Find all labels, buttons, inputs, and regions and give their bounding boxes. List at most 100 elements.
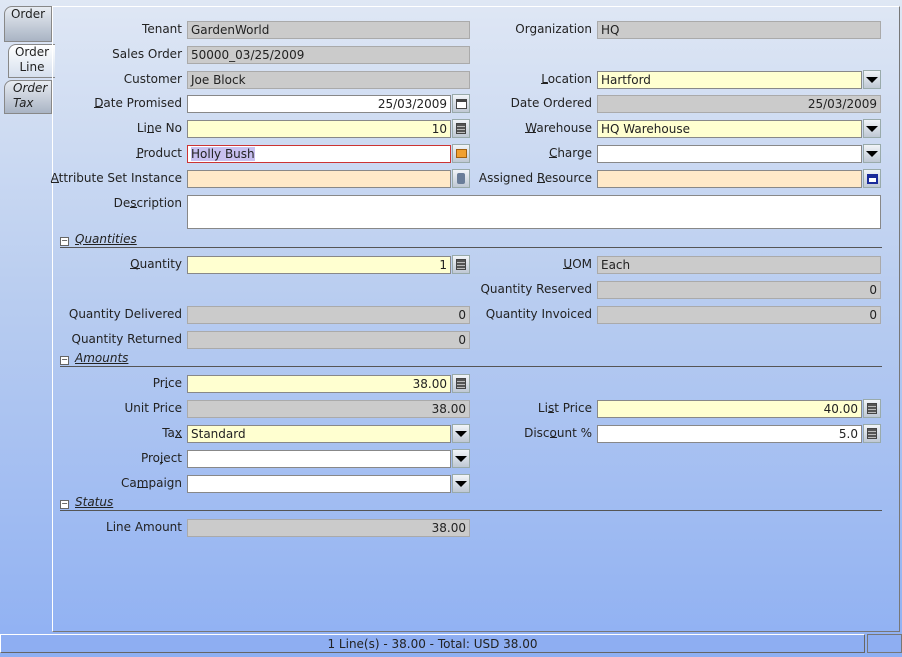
tab-label: Order bbox=[10, 7, 46, 21]
warehouse-label: Warehouse bbox=[525, 121, 592, 135]
sales-order-label: Sales Order bbox=[112, 47, 182, 61]
resource-icon bbox=[866, 173, 878, 184]
charge-combo-arrow-button[interactable] bbox=[863, 144, 881, 163]
mnemonic-underline bbox=[536, 182, 545, 183]
location-combo-arrow-button[interactable] bbox=[863, 70, 881, 89]
mnemonic-underline bbox=[130, 207, 137, 208]
attribute-set-instance-label: Attribute Set Instance bbox=[50, 171, 182, 185]
location-field[interactable]: Hartford bbox=[597, 71, 862, 89]
discount-calculator-button[interactable] bbox=[863, 424, 881, 443]
tax-label: Tax bbox=[162, 426, 182, 440]
combo-arrow-icon bbox=[866, 150, 878, 157]
combo-arrow-icon bbox=[866, 76, 878, 83]
mnemonic-underline bbox=[164, 387, 169, 388]
campaign-combo-arrow-button[interactable] bbox=[452, 474, 470, 493]
collapse-icon[interactable]: − bbox=[60, 500, 69, 509]
section-title: Amounts bbox=[75, 351, 129, 365]
assigned-resource-field[interactable] bbox=[597, 170, 862, 188]
uom-field: Each bbox=[597, 256, 881, 274]
mnemonic-underline bbox=[525, 132, 537, 133]
charge-field[interactable] bbox=[597, 145, 862, 163]
tenant-label: Tenant bbox=[142, 22, 182, 36]
section-status: − Status bbox=[60, 496, 882, 511]
tab-order-line[interactable]: Order Line bbox=[8, 44, 55, 78]
price-field[interactable]: 38.00 bbox=[187, 375, 451, 393]
mnemonic-underline bbox=[541, 83, 548, 84]
section-amounts: − Amounts bbox=[60, 352, 882, 367]
tab-label: Line bbox=[19, 60, 45, 74]
date-promised-field[interactable]: 25/03/2009 bbox=[187, 95, 451, 113]
quantity-invoiced-field: 0 bbox=[597, 306, 881, 324]
uom-label: UOM bbox=[563, 257, 592, 271]
mnemonic-underline bbox=[130, 268, 140, 269]
description-field[interactable] bbox=[187, 195, 881, 229]
description-label: Description bbox=[113, 196, 182, 210]
quantity-reserved-field: 0 bbox=[597, 281, 881, 299]
mnemonic-underline bbox=[548, 157, 558, 158]
warehouse-combo-arrow-button[interactable] bbox=[863, 119, 881, 138]
tab-order[interactable]: Order bbox=[4, 6, 52, 42]
campaign-field[interactable] bbox=[187, 475, 451, 493]
attribute-set-instance-field[interactable] bbox=[187, 170, 451, 188]
calendar-icon bbox=[455, 98, 467, 109]
quantity-invoiced-label: Quantity Invoiced bbox=[485, 307, 592, 321]
customer-field: Joe Block bbox=[187, 71, 470, 89]
calculator-icon bbox=[456, 123, 466, 134]
unit-price-field: 38.00 bbox=[187, 400, 470, 418]
list-price-field[interactable]: 40.00 bbox=[597, 400, 862, 418]
collapse-icon[interactable]: − bbox=[60, 356, 69, 365]
attribute-set-instance-attribute-button[interactable] bbox=[452, 169, 470, 188]
quantity-field[interactable]: 1 bbox=[187, 256, 451, 274]
section-quantities: − Quantities bbox=[60, 233, 882, 248]
tab-label: Tax bbox=[13, 96, 34, 110]
project-combo-arrow-button[interactable] bbox=[452, 449, 470, 468]
assigned-resource-resource-button[interactable] bbox=[863, 169, 881, 188]
selected-text: Holly Bush bbox=[191, 147, 255, 161]
status-bar: 1 Line(s) - 38.00 - Total: USD 38.00 bbox=[0, 634, 865, 653]
tenant-field: GardenWorld bbox=[187, 21, 470, 39]
line-no-label: Line No bbox=[136, 121, 182, 135]
combo-arrow-icon bbox=[455, 455, 467, 462]
tab-bar: Order Order Line Order Tax bbox=[0, 0, 55, 632]
quantity-reserved-label: Quantity Reserved bbox=[480, 282, 592, 296]
calculator-icon bbox=[867, 403, 877, 414]
quantity-calculator-button[interactable] bbox=[452, 255, 470, 274]
discount-field[interactable]: 5.0 bbox=[597, 425, 862, 443]
quantity-delivered-field: 0 bbox=[187, 306, 470, 324]
combo-arrow-icon bbox=[455, 430, 467, 437]
line-no-calculator-button[interactable] bbox=[452, 119, 470, 138]
mnemonic-underline bbox=[563, 268, 573, 269]
date-ordered-label: Date Ordered bbox=[510, 96, 592, 110]
product-product-lookup-button[interactable] bbox=[452, 144, 470, 163]
warehouse-field[interactable]: HQ Warehouse bbox=[597, 120, 862, 138]
product-field[interactable]: Holly Bush bbox=[187, 145, 451, 163]
sales-order-field: 50000_03/25/2009 bbox=[187, 46, 470, 64]
mnemonic-underline bbox=[94, 107, 104, 108]
calculator-icon bbox=[456, 259, 466, 270]
price-calculator-button[interactable] bbox=[452, 374, 470, 393]
line-no-field[interactable]: 10 bbox=[187, 120, 451, 138]
tax-combo-arrow-button[interactable] bbox=[452, 424, 470, 443]
attribute-icon bbox=[457, 173, 465, 184]
discount-label: Discount % bbox=[524, 426, 592, 440]
mnemonic-underline bbox=[146, 132, 155, 133]
section-title: Quantities bbox=[75, 232, 137, 246]
charge-label: Charge bbox=[548, 146, 592, 160]
combo-arrow-icon bbox=[866, 125, 878, 132]
status-text: 1 Line(s) - 38.00 - Total: USD 38.00 bbox=[327, 637, 538, 651]
mnemonic-underline bbox=[549, 437, 557, 438]
tax-field[interactable]: Standard bbox=[187, 425, 451, 443]
organization-label: Organization bbox=[515, 22, 592, 36]
quantity-label: Quantity bbox=[130, 257, 182, 271]
date-promised-calendar-button[interactable] bbox=[452, 94, 470, 113]
project-field[interactable] bbox=[187, 450, 451, 468]
list-price-calculator-button[interactable] bbox=[863, 399, 881, 418]
quantity-returned-field: 0 bbox=[187, 331, 470, 349]
tab-order-tax[interactable]: Order Tax bbox=[4, 80, 52, 114]
line-amount-field: 38.00 bbox=[187, 519, 470, 537]
assigned-resource-label: Assigned Resource bbox=[478, 171, 592, 185]
list-price-label: List Price bbox=[537, 401, 592, 415]
mnemonic-underline bbox=[50, 182, 59, 183]
collapse-icon[interactable]: − bbox=[60, 237, 69, 246]
product-lookup-icon bbox=[455, 149, 467, 158]
